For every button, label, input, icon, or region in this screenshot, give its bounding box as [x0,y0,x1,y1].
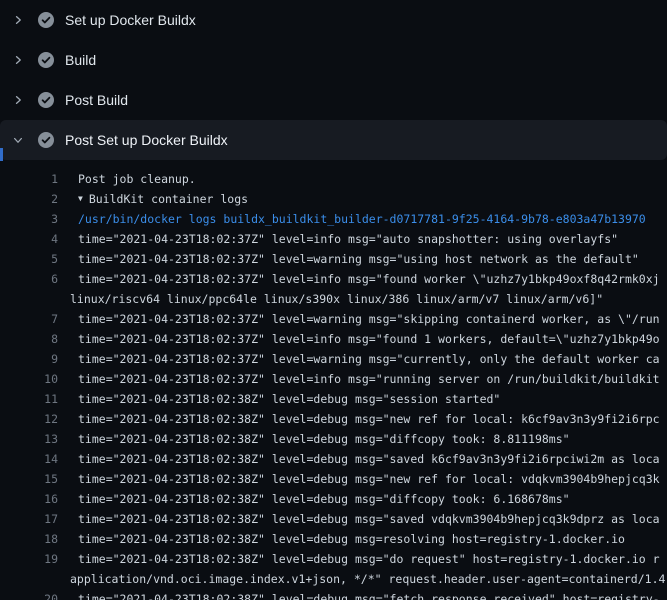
log-line: 5 time="2021-04-23T18:02:37Z" level=warn… [0,249,667,269]
log-line: 14 time="2021-04-23T18:02:38Z" level=deb… [0,449,667,469]
log-line-number[interactable] [0,289,58,309]
collapse-triangle-icon[interactable]: ▼ [58,189,83,209]
log-line-number[interactable]: 19 [0,549,58,569]
step-title: Set up Docker Buildx [65,12,196,28]
log-line-text: time="2021-04-23T18:02:37Z" level=warnin… [58,349,660,369]
log-line-number[interactable]: 14 [0,449,58,469]
log-line: 2 ▼BuildKit container logs [0,189,667,209]
log-line-text: time="2021-04-23T18:02:37Z" level=warnin… [58,309,660,329]
check-circle-icon [38,132,54,148]
log-line-text: time="2021-04-23T18:02:37Z" level=info m… [58,269,660,289]
log-line-text: time="2021-04-23T18:02:37Z" level=info m… [58,329,660,349]
log-line-text: application/vnd.oci.image.index.v1+json,… [58,569,665,589]
log-line-number[interactable]: 15 [0,469,58,489]
log-line-number[interactable]: 6 [0,269,58,289]
log-line-number[interactable]: 8 [0,329,58,349]
log-line: 15 time="2021-04-23T18:02:38Z" level=deb… [0,469,667,489]
log-line: 4 time="2021-04-23T18:02:37Z" level=info… [0,229,667,249]
log-line-number[interactable]: 5 [0,249,58,269]
log-line: 12 time="2021-04-23T18:02:38Z" level=deb… [0,409,667,429]
step-header[interactable]: Post Set up Docker Buildx [0,120,667,160]
chevron-down-icon[interactable] [12,134,24,146]
log-line-text: time="2021-04-23T18:02:37Z" level=warnin… [58,249,639,269]
log-line: linux/riscv64 linux/ppc64le linux/s390x … [0,289,667,309]
log-line: 3 /usr/bin/docker logs buildx_buildkit_b… [0,209,667,229]
log-line: 19 time="2021-04-23T18:02:38Z" level=deb… [0,549,667,569]
log-line: 13 time="2021-04-23T18:02:38Z" level=deb… [0,429,667,449]
log-line-text: time="2021-04-23T18:02:38Z" level=debug … [58,589,660,600]
log-line: 20 time="2021-04-23T18:02:38Z" level=deb… [0,589,667,600]
log-line-text: time="2021-04-23T18:02:37Z" level=info m… [58,369,660,389]
log-output: 1 Post job cleanup. 2 ▼BuildKit containe… [0,160,667,600]
actions-log-viewer: Set up Docker Buildx Build P [0,0,667,600]
step-header[interactable]: Build [0,40,667,80]
step-header[interactable]: Post Build [0,80,667,120]
log-line: 17 time="2021-04-23T18:02:38Z" level=deb… [0,509,667,529]
log-line: 7 time="2021-04-23T18:02:37Z" level=warn… [0,309,667,329]
log-line-number[interactable]: 11 [0,389,58,409]
log-line-text: time="2021-04-23T18:02:38Z" level=debug … [58,389,500,409]
log-line-text: time="2021-04-23T18:02:38Z" level=debug … [58,529,625,549]
log-line-number[interactable]: 1 [0,169,58,189]
log-line: 9 time="2021-04-23T18:02:37Z" level=warn… [0,349,667,369]
log-line-number[interactable]: 12 [0,409,58,429]
log-line-number[interactable]: 7 [0,309,58,329]
log-line-text: /usr/bin/docker logs buildx_buildkit_bui… [58,209,646,229]
step-title: Build [65,52,96,68]
log-line-text: time="2021-04-23T18:02:38Z" level=debug … [58,489,570,509]
log-line-number[interactable]: 3 [0,209,58,229]
step-title: Post Build [65,92,128,108]
log-line-number[interactable]: 13 [0,429,58,449]
log-line-text: time="2021-04-23T18:02:38Z" level=debug … [58,469,660,489]
log-line-text: BuildKit container logs [83,189,248,209]
log-line-number[interactable]: 20 [0,589,58,600]
log-line-number[interactable]: 16 [0,489,58,509]
log-line-text: time="2021-04-23T18:02:38Z" level=debug … [58,449,660,469]
log-line-text: time="2021-04-23T18:02:38Z" level=debug … [58,409,660,429]
log-line: 18 time="2021-04-23T18:02:38Z" level=deb… [0,529,667,549]
log-line: 16 time="2021-04-23T18:02:38Z" level=deb… [0,489,667,509]
log-line-number[interactable]: 18 [0,529,58,549]
log-line-text: time="2021-04-23T18:02:37Z" level=info m… [58,229,618,249]
log-line: 10 time="2021-04-23T18:02:37Z" level=inf… [0,369,667,389]
log-line-number[interactable]: 4 [0,229,58,249]
log-line-text: time="2021-04-23T18:02:38Z" level=debug … [58,509,660,529]
check-circle-icon [38,92,54,108]
log-line-number[interactable]: 10 [0,369,58,389]
left-accent-bar [0,148,3,161]
log-line-text: time="2021-04-23T18:02:38Z" level=debug … [58,549,660,569]
step-header[interactable]: Set up Docker Buildx [0,0,667,40]
log-line-number[interactable]: 2 [0,189,58,209]
steps-list: Set up Docker Buildx Build P [0,0,667,160]
log-line-text: linux/riscv64 linux/ppc64le linux/s390x … [58,289,603,309]
check-circle-icon [38,52,54,68]
chevron-right-icon[interactable] [12,54,24,66]
log-line-number[interactable] [0,569,58,589]
log-line-text: time="2021-04-23T18:02:38Z" level=debug … [58,429,570,449]
log-line-number[interactable]: 17 [0,509,58,529]
log-line: application/vnd.oci.image.index.v1+json,… [0,569,667,589]
chevron-right-icon[interactable] [12,94,24,106]
log-line-text: Post job cleanup. [58,169,196,189]
log-line: 1 Post job cleanup. [0,169,667,189]
step-title: Post Set up Docker Buildx [65,132,228,148]
log-line: 11 time="2021-04-23T18:02:38Z" level=deb… [0,389,667,409]
log-line: 6 time="2021-04-23T18:02:37Z" level=info… [0,269,667,289]
log-line: 8 time="2021-04-23T18:02:37Z" level=info… [0,329,667,349]
log-line-number[interactable]: 9 [0,349,58,369]
chevron-right-icon[interactable] [12,14,24,26]
check-circle-icon [38,12,54,28]
